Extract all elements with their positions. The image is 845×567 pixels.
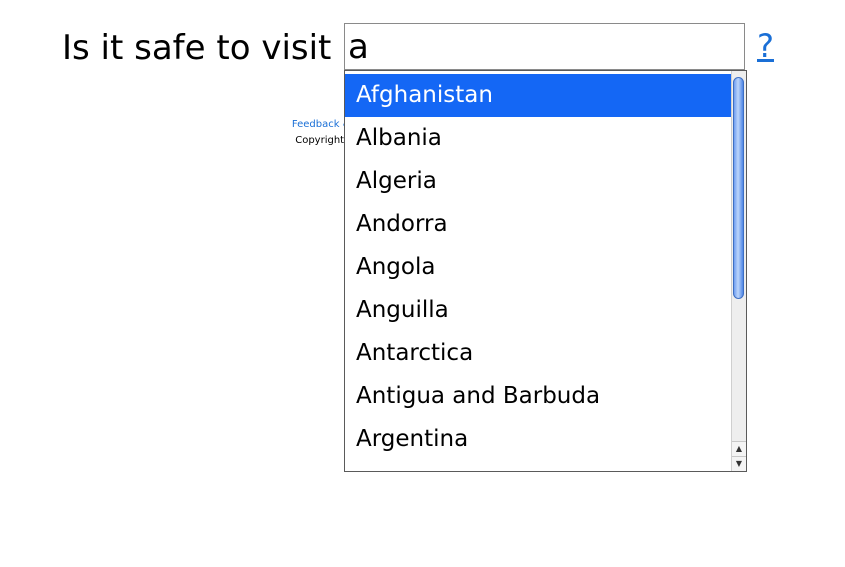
autocomplete-item[interactable]: Argentina bbox=[345, 418, 731, 461]
dropdown-scrollbar[interactable]: ▲ ▼ bbox=[731, 71, 746, 471]
country-search-input[interactable] bbox=[344, 23, 745, 70]
help-link[interactable]: ? bbox=[757, 26, 774, 66]
autocomplete-item[interactable]: Antarctica bbox=[345, 332, 731, 375]
scroll-down-arrow-icon[interactable]: ▼ bbox=[732, 456, 746, 471]
autocomplete-item[interactable]: Algeria bbox=[345, 160, 731, 203]
page: Is it safe to visit ? Feedback & Help | … bbox=[0, 0, 845, 567]
question-text: Is it safe to visit bbox=[62, 28, 332, 68]
autocomplete-item[interactable]: Anguilla bbox=[345, 289, 731, 332]
autocomplete-item[interactable]: Andorra bbox=[345, 203, 731, 246]
autocomplete-item[interactable]: Afghanistan bbox=[345, 74, 731, 117]
autocomplete-item[interactable]: Albania bbox=[345, 117, 731, 160]
scrollbar-thumb[interactable] bbox=[733, 77, 744, 299]
autocomplete-item[interactable]: Angola bbox=[345, 246, 731, 289]
autocomplete-item[interactable]: Armenia bbox=[345, 461, 731, 471]
scroll-up-arrow-icon[interactable]: ▲ bbox=[732, 441, 746, 456]
autocomplete-dropdown[interactable]: Afghanistan Albania Algeria Andorra Ango… bbox=[344, 70, 747, 472]
autocomplete-list: Afghanistan Albania Algeria Andorra Ango… bbox=[345, 74, 731, 471]
autocomplete-item[interactable]: Antigua and Barbuda bbox=[345, 375, 731, 418]
